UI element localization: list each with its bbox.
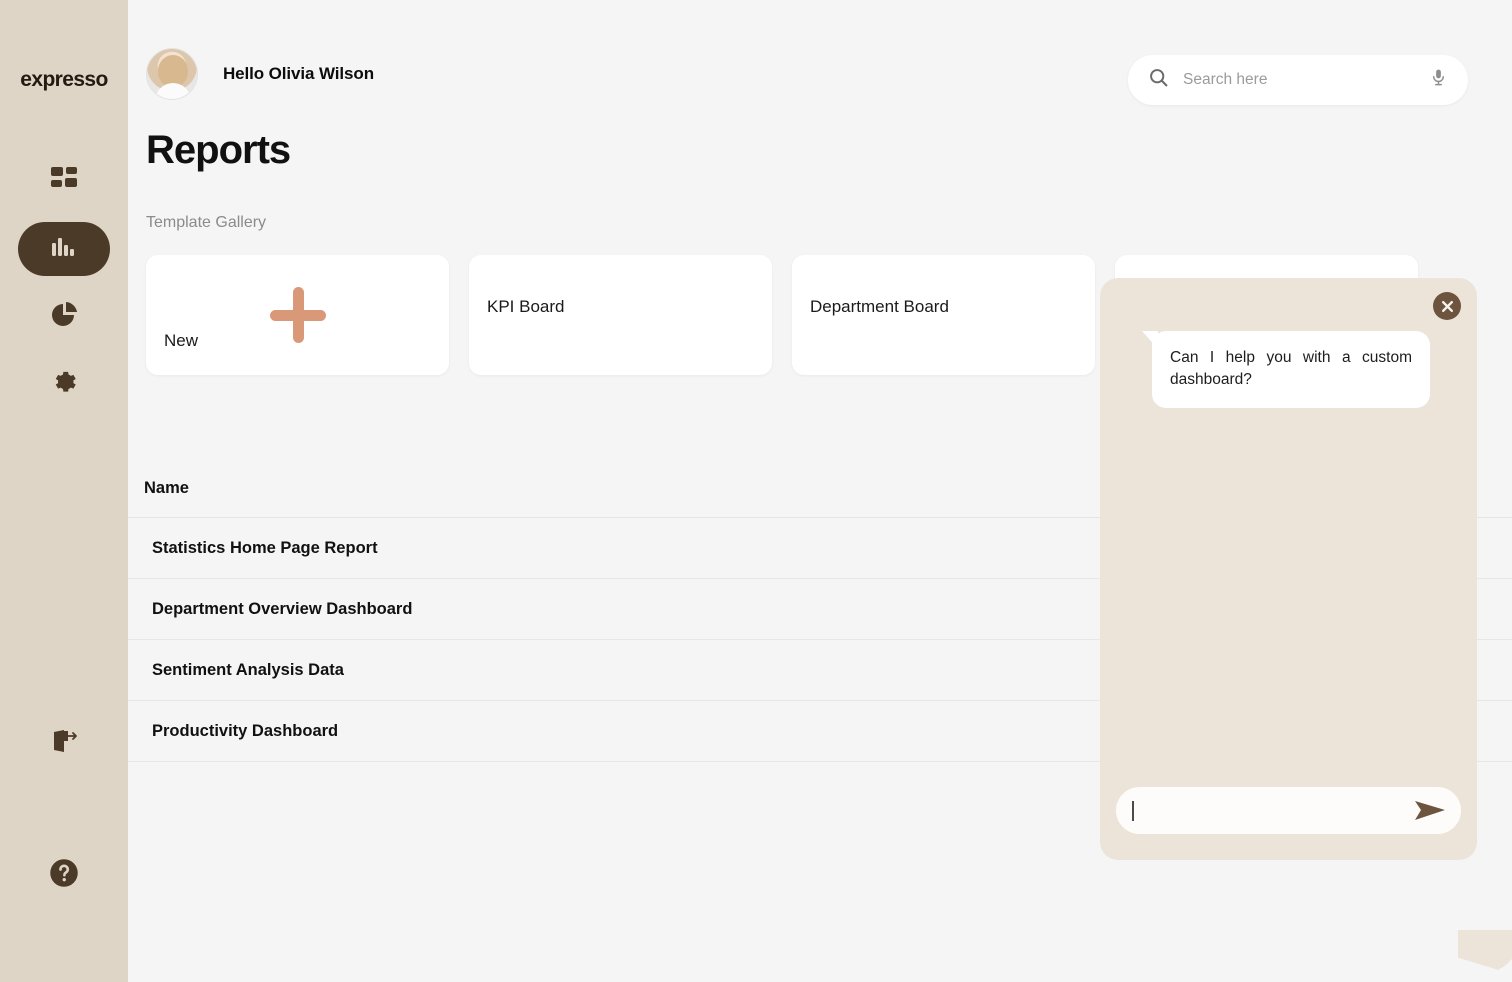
main-content: Hello Olivia Wilson Reports Template Gal…: [128, 0, 1512, 982]
chat-panel-tail: [1458, 930, 1512, 976]
cell-report-name: Sentiment Analysis Data: [152, 660, 344, 679]
sidebar-item-reports[interactable]: [18, 222, 110, 276]
grid-icon: [49, 164, 79, 199]
chat-input-bar[interactable]: [1116, 787, 1461, 834]
search-input[interactable]: [1183, 71, 1429, 89]
brand-logo: expresso: [20, 68, 108, 91]
greeting-text: Hello Olivia Wilson: [223, 64, 374, 83]
logout-icon: [50, 727, 78, 760]
template-card-new[interactable]: New: [146, 255, 449, 375]
column-header-name: Name: [144, 479, 189, 497]
app-root: expresso Hello Olivia Wilson Search here…: [0, 0, 1512, 982]
template-card-department-board[interactable]: Department Board: [792, 255, 1095, 375]
chat-input[interactable]: [1134, 802, 1407, 819]
sidebar-item-help[interactable]: [18, 848, 110, 902]
microphone-icon[interactable]: [1429, 68, 1448, 92]
sidebar-nav-bottom: [0, 716, 128, 982]
user-greeting-bar: Hello Olivia Wilson: [146, 48, 374, 100]
pie-chart-icon: [49, 300, 79, 335]
search-bar[interactable]: [1128, 55, 1468, 105]
chat-message-bubble: Can I help you with a custom dashboard?: [1152, 331, 1430, 408]
cell-report-name: Productivity Dashboard: [152, 721, 339, 740]
gear-icon: [49, 368, 79, 403]
send-icon[interactable]: [1413, 798, 1447, 824]
template-card-label: Department Board: [810, 297, 949, 316]
sidebar-nav-top: [0, 154, 128, 412]
chat-panel: Can I help you with a custom dashboard?: [1100, 278, 1477, 860]
cell-report-name: Department Overview Dashboard: [152, 599, 413, 618]
section-label: Template Gallery: [146, 214, 267, 231]
avatar[interactable]: [146, 48, 198, 100]
sidebar-item-logout[interactable]: [18, 716, 110, 770]
sidebar: expresso: [0, 0, 128, 982]
template-card-kpi-board[interactable]: KPI Board: [469, 255, 772, 375]
sidebar-item-analytics[interactable]: [18, 290, 110, 344]
close-icon[interactable]: [1433, 292, 1461, 320]
sidebar-item-settings[interactable]: [18, 358, 110, 412]
bar-chart-icon: [50, 233, 78, 266]
template-card-label: KPI Board: [487, 297, 565, 316]
template-card-label: New: [164, 331, 199, 350]
plus-icon: [269, 287, 326, 343]
sidebar-item-dashboard[interactable]: [18, 154, 110, 208]
page-title: Reports: [146, 128, 291, 172]
search-icon: [1148, 67, 1169, 93]
cell-report-name: Statistics Home Page Report: [152, 538, 378, 557]
help-circle-icon: [49, 858, 79, 893]
